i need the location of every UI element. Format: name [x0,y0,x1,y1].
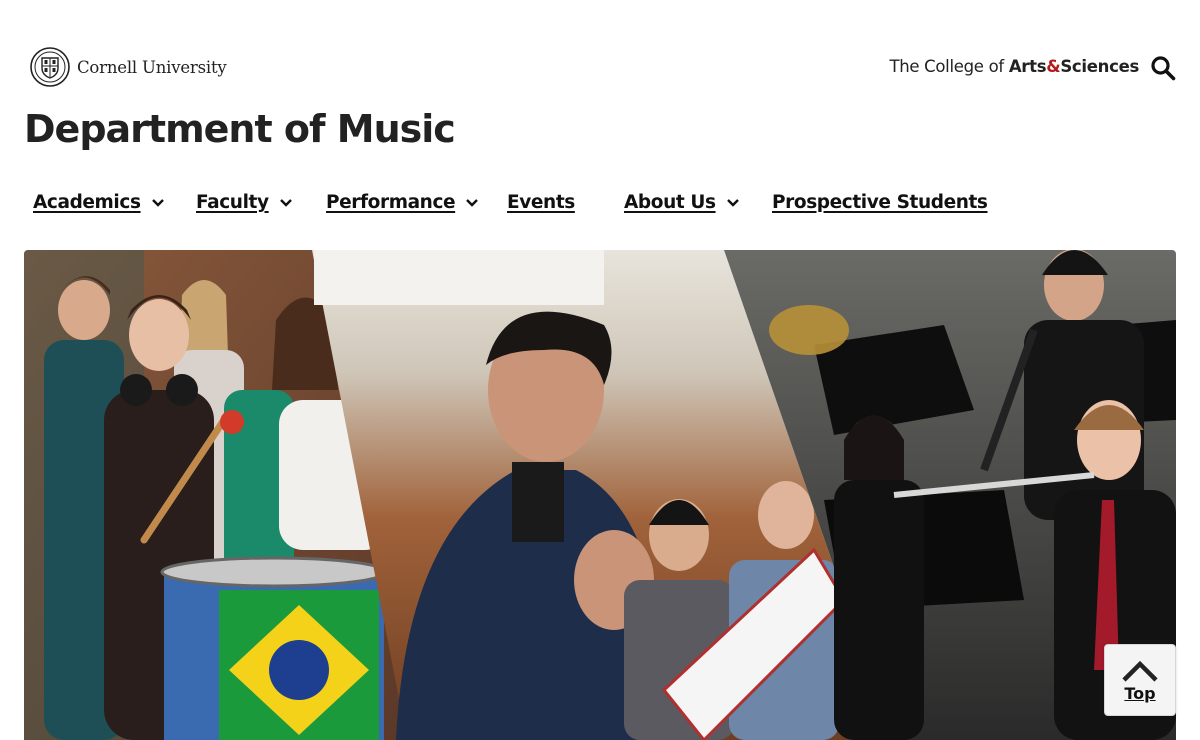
nav-item-events[interactable]: Events [507,192,575,213]
cornell-seal-icon [30,47,70,87]
nav-label: Events [507,192,575,213]
university-name: Cornell University [77,57,227,77]
nav-label: Academics [33,192,141,213]
cornell-university-logo[interactable]: Cornell University [30,47,227,87]
chevron-down-icon [466,198,479,207]
college-link[interactable]: The College of Arts&Sciences [889,57,1139,76]
back-to-top-label: Top [1124,683,1156,703]
search-icon [1151,56,1176,81]
search-button[interactable] [1150,55,1176,81]
nav-label: Performance [326,192,456,213]
nav-item-faculty[interactable]: Faculty [196,192,293,213]
college-ampersand: & [1046,57,1061,76]
nav-item-academics[interactable]: Academics [33,192,165,213]
chevron-up-icon [1122,660,1158,682]
nav-label: Prospective Students [772,192,988,213]
page-title: Department of Music [24,107,456,151]
chevron-down-icon [726,198,739,207]
college-sciences: Sciences [1060,57,1139,76]
back-to-top-button[interactable]: Top [1104,644,1176,716]
nav-item-about-us[interactable]: About Us [624,192,740,213]
page-title-name: Music [336,107,456,151]
nav-label: Faculty [196,192,269,213]
nav-item-prospective-students[interactable]: Prospective Students [772,192,988,213]
nav-label: About Us [624,192,716,213]
nav-item-performance[interactable]: Performance [326,192,479,213]
college-arts: Arts [1008,57,1047,76]
chevron-down-icon [151,198,164,207]
page-title-prefix: Department of [24,107,337,151]
hero-image [24,250,1176,740]
chevron-down-icon [279,198,292,207]
hero-collage [24,250,1176,740]
main-nav: Academics Faculty Performance Events Abo… [33,192,1173,220]
college-prefix: The College of [889,57,1009,76]
